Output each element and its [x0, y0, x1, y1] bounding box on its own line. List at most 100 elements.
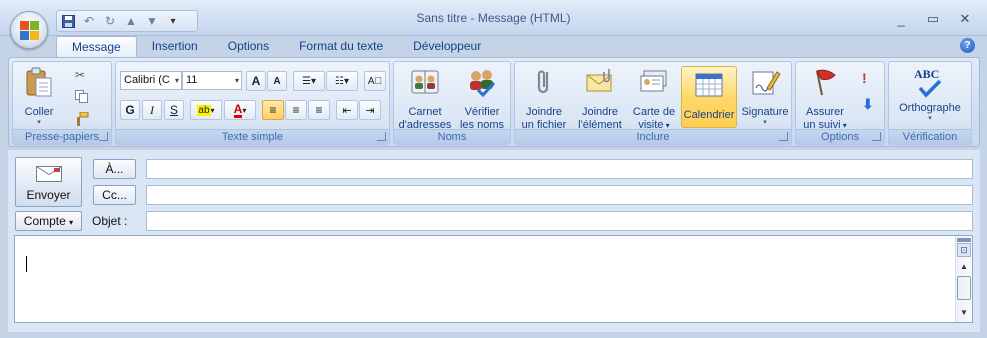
check-names-icon — [470, 70, 496, 98]
address-book-icon — [411, 70, 439, 94]
spelling-icon: ABC — [910, 66, 950, 98]
subject-field[interactable] — [146, 211, 973, 231]
grow-font-button[interactable]: A — [246, 71, 266, 91]
tab-insertion[interactable]: Insertion — [137, 36, 213, 58]
scroll-up-icon[interactable]: ▲ — [958, 262, 970, 274]
maximize-button[interactable]: ▭ — [917, 10, 949, 28]
cc-field[interactable] — [146, 185, 973, 205]
spelling-label: Orthographe — [899, 102, 961, 114]
window-title: Sans titre - Message (HTML) — [416, 11, 571, 25]
bullet-list-icon: ☰▾ — [302, 75, 316, 87]
tab-developer[interactable]: Développeur — [398, 36, 496, 58]
paste-button[interactable]: Coller ▾ — [17, 66, 61, 127]
group-label-options: Options — [796, 129, 884, 144]
signature-label: Signature — [741, 106, 789, 118]
italic-icon: I — [150, 102, 154, 117]
flag-icon — [816, 69, 836, 96]
font-name-dropdown-icon: ▾ — [174, 76, 179, 85]
underline-button[interactable]: S — [164, 100, 184, 120]
to-field[interactable] — [146, 159, 973, 179]
decrease-indent-icon: ⇤ — [342, 104, 352, 117]
align-left-button[interactable]: ≡ — [262, 100, 284, 120]
copy-icon[interactable] — [75, 90, 88, 103]
attach-item-button[interactable]: Joindre l'élément — [573, 66, 627, 132]
shrink-font-icon: A — [273, 75, 281, 87]
clipboard-dialog-launcher[interactable] — [99, 132, 108, 141]
calendar-button[interactable]: Calendrier — [681, 66, 737, 128]
office-logo-icon — [20, 21, 39, 40]
attach-file-button[interactable]: Joindre un fichier — [517, 66, 571, 132]
signature-button[interactable]: Signature ▾ — [739, 66, 791, 127]
bold-button[interactable]: G — [120, 100, 140, 120]
font-size-dropdown-icon: ▾ — [234, 76, 239, 85]
send-label: Envoyer — [26, 188, 71, 202]
styles-button[interactable]: A⃝ — [364, 71, 386, 91]
send-button[interactable]: Envoyer — [15, 157, 82, 207]
office-button[interactable] — [10, 11, 48, 49]
tab-format-text[interactable]: Format du texte — [284, 36, 398, 58]
signature-icon — [752, 71, 781, 95]
tab-options[interactable]: Options — [213, 36, 284, 58]
font-color-button[interactable]: A ▾ — [224, 100, 256, 120]
align-center-button[interactable]: ≡ — [285, 100, 307, 120]
text-caret — [26, 256, 27, 272]
follow-up-label-1: Assurer — [806, 106, 844, 118]
align-right-button[interactable]: ≡ — [308, 100, 330, 120]
font-name-combo[interactable]: Calibri (C ▾ — [120, 71, 182, 90]
low-importance-icon[interactable]: ⬇ — [862, 96, 874, 113]
paste-label: Coller — [24, 106, 54, 118]
cut-icon[interactable]: ✂ — [75, 68, 85, 82]
options-dialog-launcher[interactable] — [872, 132, 881, 141]
message-form: Envoyer À... Cc... Compte ▾ Objet : ⊡ ▲ … — [8, 150, 980, 332]
highlight-button[interactable]: ab ▾ — [190, 100, 222, 120]
tab-message[interactable]: Message — [56, 36, 137, 58]
highlight-icon: ab — [197, 104, 211, 116]
format-painter-icon[interactable] — [75, 111, 89, 126]
ribbon-tabs: Message Insertion Options Format du text… — [56, 36, 496, 58]
font-size-combo[interactable]: 11 ▾ — [182, 71, 242, 90]
account-button[interactable]: Compte ▾ — [15, 211, 82, 231]
font-size-value: 11 — [186, 74, 198, 86]
paste-dropdown-icon[interactable]: ▾ — [17, 119, 61, 127]
minimize-button[interactable]: _ — [885, 10, 917, 28]
increase-indent-icon: ⇥ — [365, 104, 375, 117]
decrease-indent-button[interactable]: ⇤ — [336, 100, 358, 120]
help-icon[interactable]: ? — [960, 38, 975, 53]
send-envelope-icon — [35, 166, 62, 182]
message-body[interactable]: ⊡ ▲ ▼ — [14, 235, 973, 323]
scroll-down-icon[interactable]: ▼ — [958, 308, 970, 320]
split-handle[interactable] — [957, 238, 971, 242]
group-proofing: ABC Orthographe ▾ Vérification — [888, 61, 972, 145]
group-options: Assurer un suivi ▾ ! ⬇ Options — [795, 61, 885, 145]
calendar-label: Calendrier — [683, 109, 735, 121]
ruler-toggle-icon[interactable]: ⊡ — [957, 243, 971, 257]
cc-button[interactable]: Cc... — [93, 185, 136, 205]
include-dialog-launcher[interactable] — [779, 132, 788, 141]
align-center-icon: ≡ — [292, 103, 300, 117]
shrink-font-button[interactable]: A — [267, 71, 287, 91]
business-card-label-1: Carte de — [632, 106, 676, 118]
basic-text-dialog-launcher[interactable] — [377, 132, 386, 141]
group-label-basic-text: Texte simple — [116, 129, 389, 144]
business-card-button[interactable]: Carte de visite ▾ — [629, 66, 679, 132]
vertical-scrollbar[interactable]: ⊡ ▲ ▼ — [955, 236, 972, 322]
close-button[interactable]: ✕ — [949, 10, 981, 28]
envelope-attach-icon — [586, 69, 612, 92]
scroll-thumb[interactable] — [957, 276, 971, 300]
increase-indent-button[interactable]: ⇥ — [359, 100, 381, 120]
check-names-label-1: Vérifier — [464, 106, 500, 118]
address-book-button[interactable]: Carnet d'adresses — [396, 66, 454, 132]
bullets-button[interactable]: ☰▾ — [293, 71, 325, 91]
spelling-dropdown-icon: ▾ — [928, 115, 932, 122]
underline-icon: S — [169, 103, 178, 117]
font-name-value: Calibri (C — [124, 74, 170, 86]
follow-up-button[interactable]: Assurer un suivi ▾ — [798, 66, 852, 132]
spelling-button[interactable]: ABC Orthographe ▾ — [891, 66, 969, 123]
check-names-button[interactable]: Vérifier les noms — [456, 66, 508, 132]
styles-icon: A⃝ — [367, 75, 383, 87]
to-button[interactable]: À... — [93, 159, 136, 179]
italic-button[interactable]: I — [142, 100, 162, 120]
high-importance-icon[interactable]: ! — [862, 70, 867, 86]
font-color-icon: A — [233, 101, 243, 118]
numbering-button[interactable]: ☷▾ — [326, 71, 358, 91]
